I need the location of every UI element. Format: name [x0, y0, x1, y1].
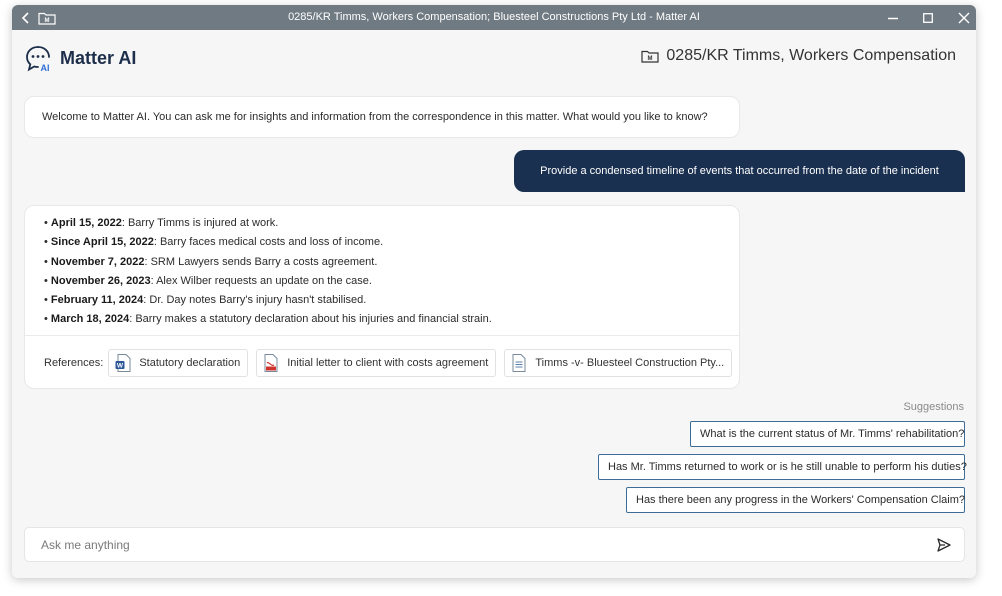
- timeline-item: • April 15, 2022: Barry Timms is injured…: [44, 217, 279, 229]
- brand: AI Matter AI: [25, 45, 136, 72]
- chat-input[interactable]: [41, 528, 911, 561]
- timeline-item: • November 7, 2022: SRM Lawyers sends Ba…: [44, 255, 378, 268]
- window-title: 0285/KR Timms, Workers Compensation; Blu…: [288, 11, 700, 23]
- word-doc-icon: W: [115, 353, 131, 372]
- timeline-item: • Since April 15, 2022: Barry faces medi…: [44, 236, 384, 249]
- svg-text:M: M: [648, 56, 653, 62]
- app-window: M 0285/KR Timms, Workers Compensation; B…: [12, 5, 976, 578]
- maximize-icon: [923, 12, 933, 23]
- minimize-button[interactable]: [881, 5, 905, 30]
- timeline-list: • April 15, 2022: Barry Timms is injured…: [25, 206, 739, 331]
- matter-ai-logo-icon: AI: [26, 46, 50, 72]
- logo-ai-text: AI: [41, 63, 50, 72]
- assistant-answer-message: • April 15, 2022: Barry Timms is injured…: [24, 205, 740, 389]
- suggestion-returned-to-work[interactable]: Has Mr. Timms returned to work or is he …: [598, 454, 967, 480]
- user-message: Provide a condensed timeline of events t…: [514, 150, 965, 192]
- pdf-doc-icon: [264, 353, 278, 372]
- chat-input-box: [24, 527, 965, 562]
- timeline-item: • March 18, 2024: Barry makes a statutor…: [44, 313, 492, 326]
- close-button[interactable]: [952, 5, 976, 30]
- close-icon: [958, 12, 970, 23]
- folder-icon: M: [641, 50, 660, 63]
- timeline-item: • February 11, 2024: Dr. Day notes Barry…: [44, 294, 367, 307]
- assistant-welcome-message: Welcome to Matter AI. You can ask me for…: [24, 96, 740, 138]
- maximize-button[interactable]: [916, 5, 940, 30]
- matter-title: M 0285/KR Timms, Workers Compensation: [641, 47, 956, 65]
- matter-title-text: 0285/KR Timms, Workers Compensation: [666, 47, 956, 64]
- reference-timms-v-bluesteel[interactable]: Timms -v- Bluesteel Construction Pty...: [504, 348, 733, 377]
- reference-initial-letter[interactable]: Initial letter to client with costs agre…: [256, 348, 497, 377]
- suggestions-label: Suggestions: [903, 401, 964, 413]
- svg-text:W: W: [117, 362, 124, 369]
- references-row: References: W Statutory declaration Init…: [25, 335, 739, 389]
- timeline-item: • November 26, 2023: Alex Wilber request…: [44, 274, 372, 287]
- brand-name: Matter AI: [60, 48, 137, 68]
- suggestion-claim-progress[interactable]: Has there been any progress in the Worke…: [626, 487, 965, 513]
- suggestion-rehabilitation-status[interactable]: What is the current status of Mr. Timms'…: [690, 421, 965, 447]
- text-doc-icon: [512, 353, 526, 372]
- title-bar: M 0285/KR Timms, Workers Compensation; B…: [12, 5, 976, 30]
- minimize-icon: [888, 17, 898, 19]
- reference-statutory-declaration[interactable]: W Statutory declaration: [108, 348, 249, 377]
- references-label: References:: [44, 356, 104, 369]
- send-icon[interactable]: [936, 537, 952, 553]
